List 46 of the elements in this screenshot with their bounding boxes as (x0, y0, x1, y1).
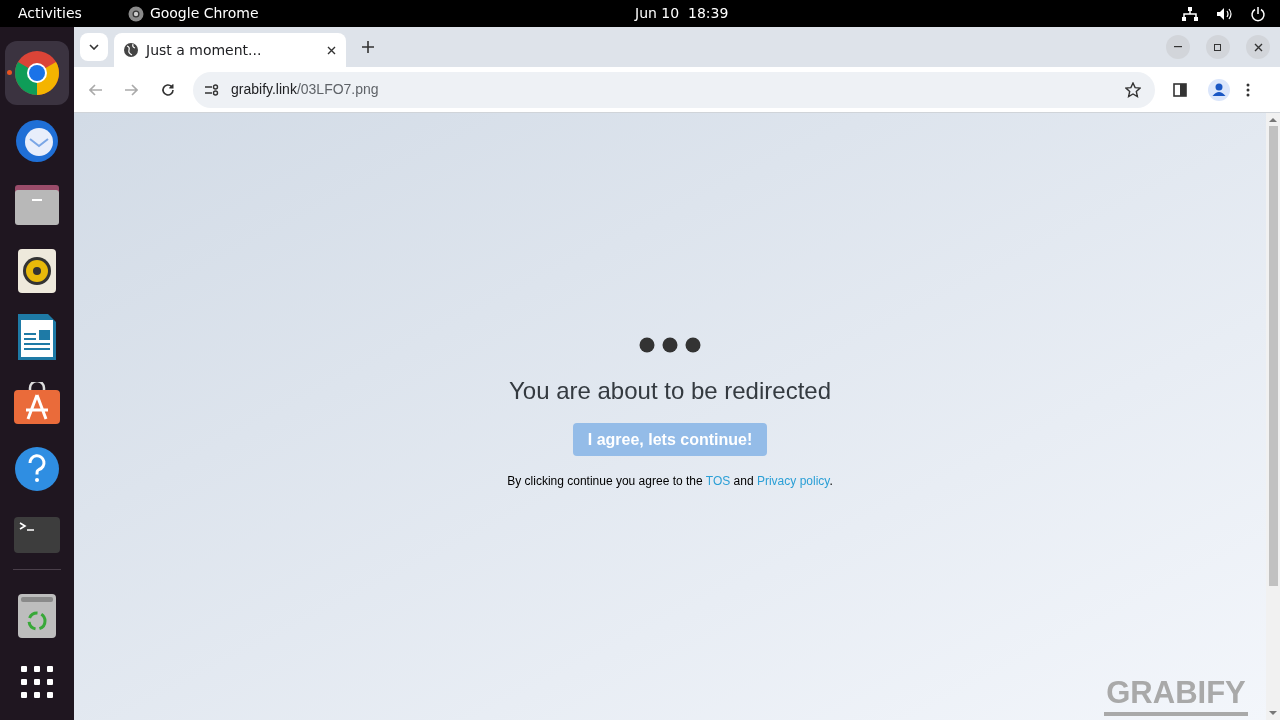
trash-icon (18, 594, 56, 638)
chrome-icon (127, 5, 144, 22)
restore-button[interactable] (1206, 35, 1230, 59)
scrollbar-thumb[interactable] (1268, 126, 1278, 586)
folder-icon (15, 185, 59, 225)
app-grid-icon (21, 666, 53, 698)
dock-item[interactable] (5, 41, 69, 105)
speaker-icon (18, 249, 56, 293)
chrome-icon (13, 49, 61, 97)
close-icon (1253, 42, 1263, 52)
side-panel-icon[interactable] (1173, 82, 1187, 97)
power-icon[interactable] (1250, 5, 1266, 22)
plus-icon (362, 41, 374, 53)
globe-icon (124, 43, 138, 57)
browser-tab[interactable]: Just a moment... (114, 33, 346, 67)
volume-icon[interactable] (1216, 6, 1232, 21)
address-bar[interactable]: grabify.link/03LFO7.png (193, 71, 1155, 108)
tab-title: Just a moment... (146, 40, 262, 60)
scrollbar[interactable] (1266, 113, 1280, 720)
redirect-heading: You are about to be redirected (509, 376, 831, 406)
restore-icon (1214, 43, 1222, 51)
tab-list-button[interactable] (80, 33, 108, 61)
menu-icon[interactable] (1246, 82, 1250, 97)
loading-dots-icon (639, 337, 701, 353)
shopping-bag-icon (14, 382, 60, 424)
url-text: grabify.link/03LFO7.png (231, 80, 379, 99)
network-icon[interactable] (1182, 6, 1198, 21)
clock[interactable]: Jun 10 18:39 (635, 3, 729, 24)
reload-icon[interactable] (161, 82, 175, 97)
activities-button[interactable]: Activities (18, 3, 82, 24)
scroll-down-icon[interactable] (1269, 711, 1277, 716)
site-settings-icon[interactable] (205, 83, 219, 96)
close-tab-icon[interactable] (327, 45, 336, 55)
chevron-down-icon (89, 44, 99, 50)
terminal-icon (14, 517, 60, 553)
document-icon (18, 314, 56, 360)
close-button[interactable] (1246, 35, 1270, 59)
profile-icon[interactable] (1208, 78, 1230, 101)
running-indicator (7, 70, 12, 75)
consent-text: By clicking continue you agree to the TOS and Privacy policy. (507, 473, 833, 490)
question-mark-icon (14, 446, 60, 492)
scroll-up-icon[interactable] (1269, 117, 1277, 122)
grabify-logo: GRABIFY (1106, 677, 1246, 708)
app-name[interactable]: Google Chrome (149, 3, 259, 24)
bookmark-star-icon[interactable] (1125, 81, 1141, 98)
minimize-icon (1174, 46, 1182, 48)
